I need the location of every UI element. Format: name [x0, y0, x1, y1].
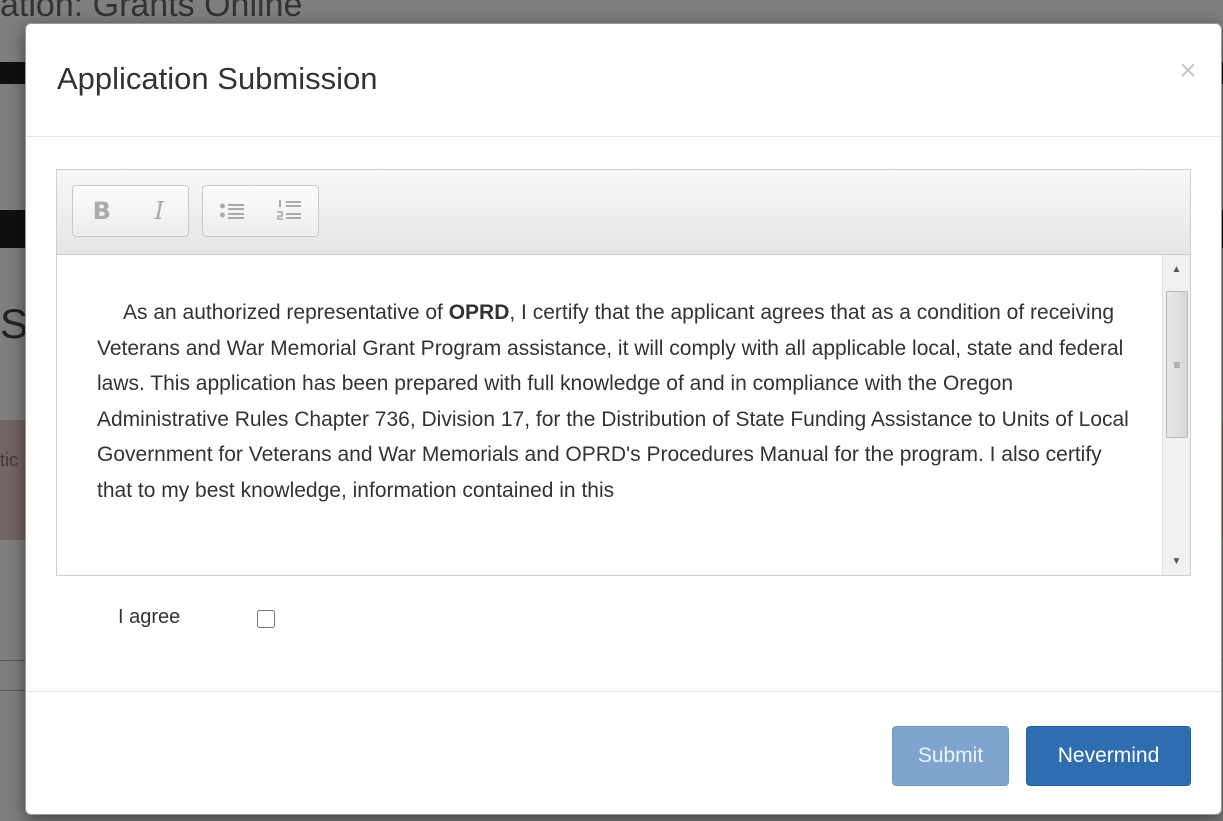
agree-checkbox[interactable]: [257, 610, 275, 628]
close-icon[interactable]: ×: [1173, 54, 1203, 88]
agree-label[interactable]: I agree: [118, 606, 180, 629]
bullet-list-button[interactable]: [203, 186, 261, 236]
editor-content-area[interactable]: As an authorized representative of OPRD,…: [57, 255, 1162, 575]
scroll-up-arrow-icon[interactable]: ▲: [1163, 255, 1190, 283]
italic-button[interactable]: I: [131, 186, 189, 236]
bold-button[interactable]: B: [73, 186, 131, 236]
scroll-down-arrow-icon[interactable]: ▼: [1163, 547, 1190, 575]
certification-text-intro: As an authorized representative of: [123, 301, 449, 324]
application-submission-modal: Application Submission × B I As an autho…: [25, 23, 1222, 815]
certification-text: As an authorized representative of OPRD,…: [57, 255, 1162, 508]
submit-button[interactable]: Submit: [892, 726, 1009, 786]
modal-footer: Submit Nevermind: [26, 691, 1221, 814]
numbered-list-button[interactable]: [261, 186, 319, 236]
nevermind-button[interactable]: Nevermind: [1026, 726, 1191, 786]
modal-header: Application Submission ×: [26, 24, 1221, 137]
organization-name: OPRD: [448, 301, 510, 324]
editor-toolbar: B I: [57, 170, 1190, 255]
scroll-thumb[interactable]: ≡: [1166, 291, 1188, 438]
certification-text-body: , I certify that the applicant agrees th…: [97, 301, 1129, 502]
ordered-list-icon: [277, 200, 302, 220]
rich-text-editor: B I As an authorized representative of O…: [56, 169, 1191, 576]
editor-scrollbar[interactable]: ▲ ≡ ▼: [1162, 255, 1190, 575]
unordered-list-icon: [219, 203, 244, 219]
text-format-group: B I: [72, 185, 189, 237]
modal-title: Application Submission: [57, 61, 378, 96]
list-format-group: [202, 185, 319, 237]
